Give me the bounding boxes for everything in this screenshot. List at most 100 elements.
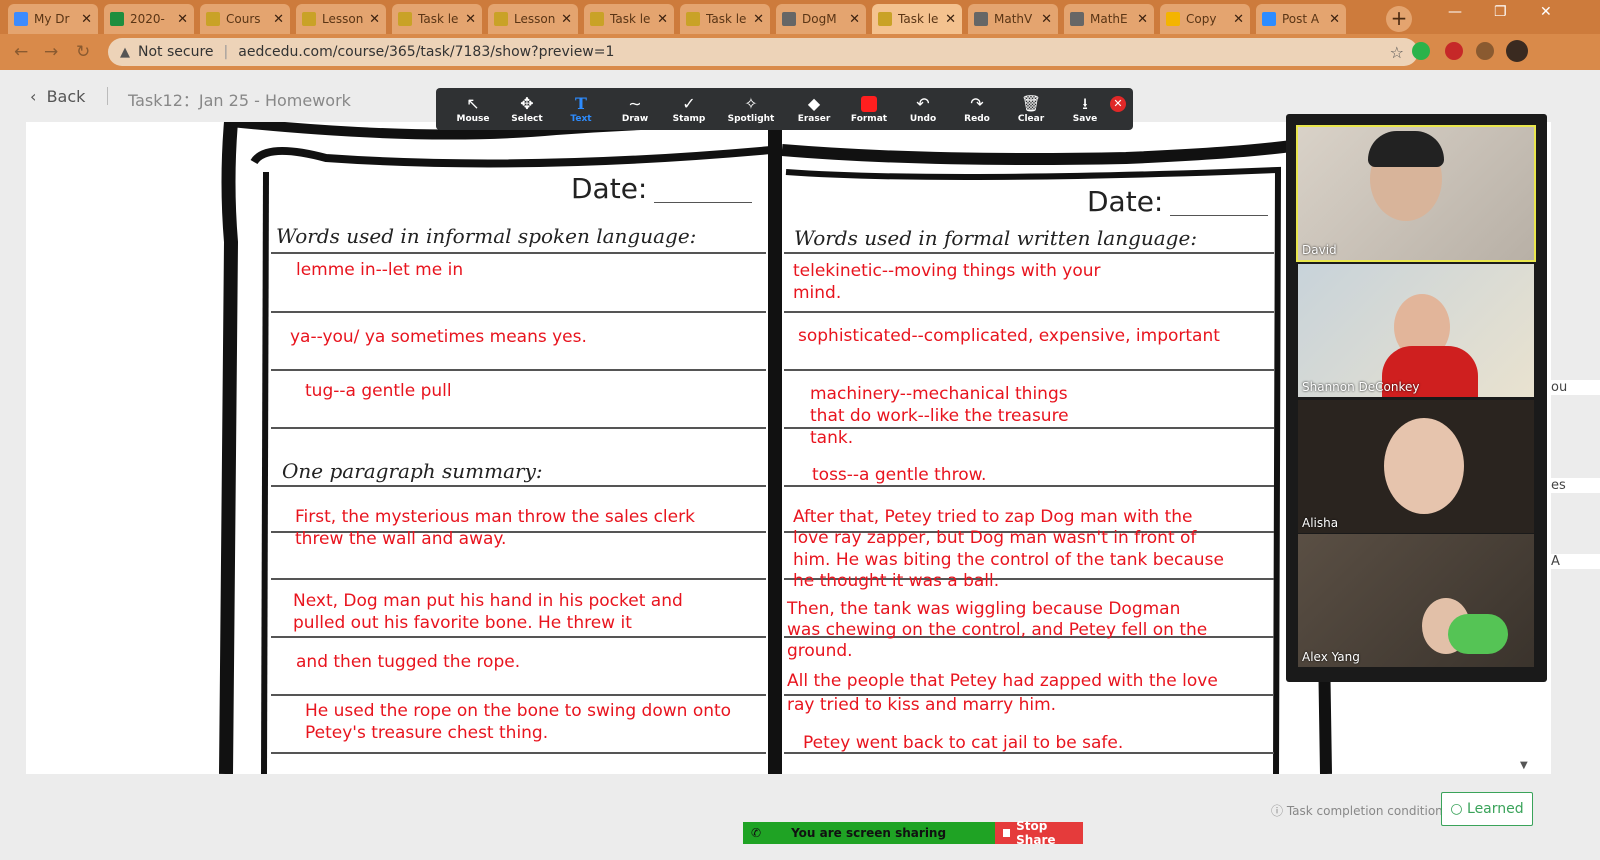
close-tab-icon[interactable]: ✕ xyxy=(1137,12,1148,27)
redo-icon: ↷ xyxy=(970,94,984,113)
side-panel-fragment: A xyxy=(1547,554,1600,569)
browser-tab[interactable]: My Dr ✕ xyxy=(8,4,98,34)
url-field[interactable]: ▲ Not secure | aedcedu.com/course/365/ta… xyxy=(108,38,1418,66)
close-tab-icon[interactable]: ✕ xyxy=(561,12,572,27)
screen-share-bar: ✆ You are screen sharing Stop Share xyxy=(743,819,1083,847)
close-tab-icon[interactable]: ✕ xyxy=(945,12,956,27)
tab-label: Task le xyxy=(898,12,939,26)
right-summary-line: him. He was biting the control of the ta… xyxy=(793,550,1224,570)
tab-label: Cours xyxy=(226,12,261,26)
tool-eraser[interactable]: ◆ Eraser xyxy=(786,94,842,124)
tool-undo[interactable]: ↶ Undo xyxy=(896,94,950,124)
browser-tab[interactable]: Task le ✕ xyxy=(872,4,962,34)
completion-condition[interactable]: ⓘ Task completion condition xyxy=(1271,802,1443,819)
browser-tab[interactable]: Task le ✕ xyxy=(584,4,674,34)
browser-tab[interactable]: MathE ✕ xyxy=(1064,4,1154,34)
back-link[interactable]: ‹ Back xyxy=(30,87,85,106)
participant-video-shannon[interactable]: Shannon DeConkey xyxy=(1298,264,1534,397)
stop-share-button[interactable]: Stop Share xyxy=(995,819,1083,847)
browser-tab[interactable]: Post A ✕ xyxy=(1256,4,1346,34)
favicon-icon xyxy=(110,12,124,26)
extension-icon[interactable] xyxy=(1412,42,1430,60)
browser-tab[interactable]: Task le ✕ xyxy=(680,4,770,34)
tab-label: Task le xyxy=(418,12,459,26)
forward-arrow-icon[interactable]: → xyxy=(44,42,58,62)
left-entry: lemme in--let me in xyxy=(296,260,464,280)
left-summary-line: pulled out his favorite bone. He threw i… xyxy=(293,613,632,633)
new-tab-button[interactable]: + xyxy=(1386,6,1412,32)
browser-tab[interactable]: Task le ✕ xyxy=(392,4,482,34)
tab-label: MathV xyxy=(994,12,1033,26)
participant-name: Alisha xyxy=(1302,516,1339,530)
close-tab-icon[interactable]: ✕ xyxy=(81,12,92,27)
tab-label: Task le xyxy=(610,12,651,26)
right-entry: telekinetic--moving things with your xyxy=(793,261,1101,281)
browser-tab[interactable]: MathV ✕ xyxy=(968,4,1058,34)
tab-label: 2020- xyxy=(130,12,165,26)
tool-format[interactable]: Format xyxy=(842,94,896,124)
favicon-icon xyxy=(974,12,988,26)
browser-tab[interactable]: Lesson ✕ xyxy=(488,4,578,34)
left-summary-line: threw the wall and away. xyxy=(295,529,507,549)
trash-icon: 🗑 xyxy=(1020,94,1042,113)
tool-select[interactable]: ✥ Select xyxy=(500,94,554,124)
favicon-icon xyxy=(878,12,892,26)
favicon-icon xyxy=(1070,12,1084,26)
bookmark-star-icon[interactable]: ☆ xyxy=(1390,43,1404,62)
text-icon: T xyxy=(575,94,587,113)
right-summary-line: he thought it was a ball. xyxy=(793,571,1000,591)
close-tab-icon[interactable]: ✕ xyxy=(465,12,476,27)
minimize-icon[interactable]: — xyxy=(1448,4,1462,20)
participant-video-david[interactable]: David xyxy=(1296,125,1536,262)
wand-icon: ✧ xyxy=(744,94,758,113)
tool-text[interactable]: T Text xyxy=(554,94,608,124)
tool-save[interactable]: ⭳ Save xyxy=(1058,94,1112,124)
browser-tab[interactable]: DogM ✕ xyxy=(776,4,866,34)
right-summary-line: Petey went back to cat jail to be safe. xyxy=(803,733,1124,753)
favicon-icon xyxy=(686,12,700,26)
tool-spotlight[interactable]: ✧ Spotlight xyxy=(716,94,786,124)
close-tab-icon[interactable]: ✕ xyxy=(1041,12,1052,27)
close-tab-icon[interactable]: ✕ xyxy=(369,12,380,27)
profile-avatar[interactable] xyxy=(1506,40,1528,62)
close-window-icon[interactable]: ✕ xyxy=(1540,4,1552,20)
back-arrow-icon[interactable]: ← xyxy=(14,42,28,62)
task-title: Task12：Jan 25 - Homework xyxy=(128,91,351,110)
favicon-icon xyxy=(206,12,220,26)
learned-button[interactable]: ○ Learned xyxy=(1441,792,1533,826)
checkmark-icon: ✓ xyxy=(682,94,696,113)
browser-tab[interactable]: Cours ✕ xyxy=(200,4,290,34)
sharing-indicator[interactable]: ✆ You are screen sharing xyxy=(743,822,995,844)
puzzle-icon[interactable] xyxy=(1476,42,1494,60)
participant-video-alisha[interactable]: Alisha xyxy=(1298,400,1534,533)
close-toolbar-icon[interactable]: ✕ xyxy=(1110,96,1126,112)
tab-label: Lesson xyxy=(322,12,364,26)
browser-tab[interactable]: Lesson ✕ xyxy=(296,4,386,34)
left-summary-line: Next, Dog man put his hand in his pocket… xyxy=(293,591,683,611)
tool-clear[interactable]: 🗑 Clear xyxy=(1004,94,1058,124)
close-tab-icon[interactable]: ✕ xyxy=(657,12,668,27)
favicon-icon xyxy=(590,12,604,26)
tool-draw[interactable]: ∼ Draw xyxy=(608,94,662,124)
restore-icon[interactable]: ❐ xyxy=(1494,4,1507,20)
close-tab-icon[interactable]: ✕ xyxy=(849,12,860,27)
close-tab-icon[interactable]: ✕ xyxy=(273,12,284,27)
scroll-down-arrow-icon[interactable]: ▼ xyxy=(1520,760,1528,771)
close-tab-icon[interactable]: ✕ xyxy=(177,12,188,27)
participant-name: David xyxy=(1302,243,1337,257)
close-tab-icon[interactable]: ✕ xyxy=(753,12,764,27)
reload-icon[interactable]: ↻ xyxy=(76,42,90,62)
browser-tab[interactable]: Copy ✕ xyxy=(1160,4,1250,34)
close-tab-icon[interactable]: ✕ xyxy=(1233,12,1244,27)
tool-redo[interactable]: ↷ Redo xyxy=(950,94,1004,124)
tool-mouse[interactable]: ↖ Mouse xyxy=(446,94,500,124)
right-summary-line: After that, Petey tried to zap Dog man w… xyxy=(793,507,1193,527)
close-tab-icon[interactable]: ✕ xyxy=(1329,12,1340,27)
security-label: Not secure xyxy=(138,44,214,60)
download-icon: ⭳ xyxy=(1082,94,1088,113)
right-summary-line: love ray zapper, but Dog man wasn't in f… xyxy=(793,528,1197,548)
participant-video-alex[interactable]: Alex Yang xyxy=(1298,534,1534,667)
browser-tab[interactable]: 2020- ✕ xyxy=(104,4,194,34)
ublock-icon[interactable] xyxy=(1445,42,1463,60)
tool-stamp[interactable]: ✓ Stamp xyxy=(662,94,716,124)
